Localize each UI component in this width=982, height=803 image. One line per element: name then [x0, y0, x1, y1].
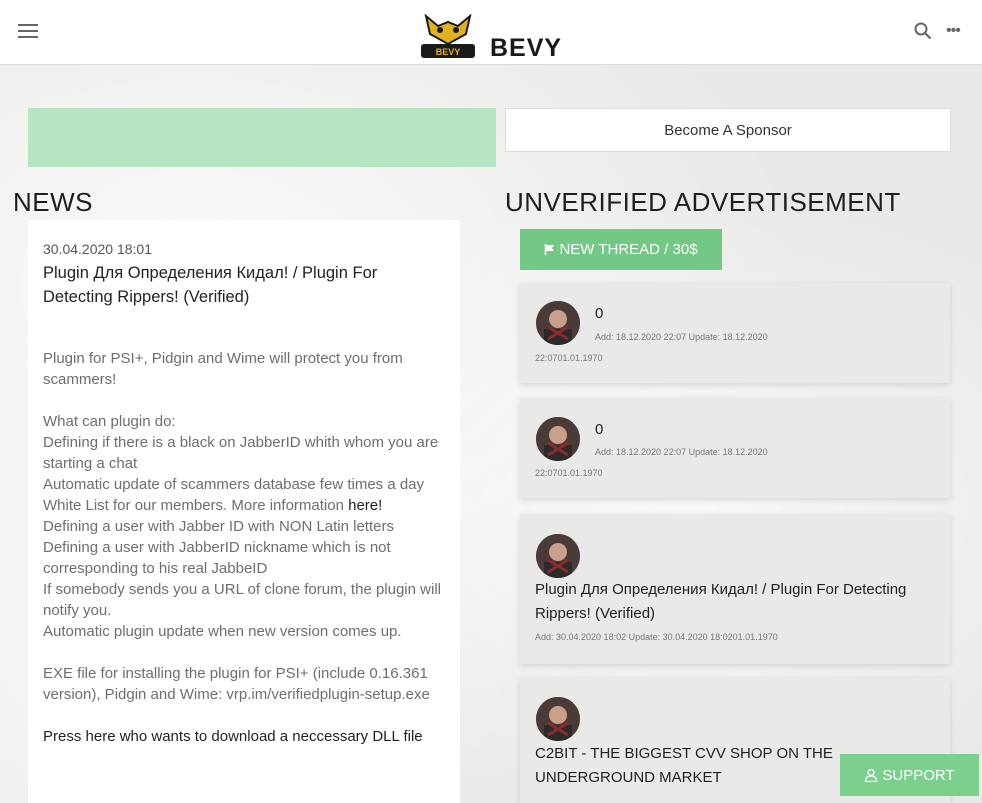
- news-intro: Plugin for PSI+, Pidgin and Wime will pr…: [43, 350, 407, 388]
- ad-dates: Add: 30.04.2020 18:02 Update: 30.04.2020…: [535, 632, 778, 642]
- ad-title[interactable]: C2BIT - THE BIGGEST CVV SHOP ON THE UNDE…: [535, 742, 835, 790]
- news-item-text: White List for our members. More informa…: [43, 497, 349, 514]
- news-heading: NEWS: [13, 187, 93, 217]
- new-thread-button[interactable]: NEW THREAD / 30$: [520, 229, 722, 270]
- ad-dates-cont: 22:0701.01.1970: [535, 468, 603, 478]
- news-exe-info: EXE file for installing the plugin for P…: [43, 665, 432, 703]
- ad-dates-cont: 22:0701.01.1970: [535, 353, 603, 363]
- user-icon: [865, 768, 878, 782]
- news-body: Plugin for PSI+, Pidgin and Wime will pr…: [43, 348, 453, 747]
- site-logo[interactable]: BEVY BEVY: [420, 14, 570, 62]
- news-card: 30.04.2020 18:01 Plugin Для Определения …: [28, 220, 460, 803]
- download-dll-link[interactable]: Press here who wants to download a necce…: [43, 726, 453, 747]
- new-thread-label: NEW THREAD / 30$: [559, 241, 698, 258]
- ad-dates: Add: 18.12.2020 22:07 Update: 18.12.2020: [595, 332, 768, 342]
- ad-dates: Add: 18.12.2020 22:07 Update: 18.12.2020: [595, 447, 768, 457]
- ad-card[interactable]: 0 Add: 18.12.2020 22:07 Update: 18.12.20…: [520, 398, 950, 498]
- svg-text:BEVY: BEVY: [436, 47, 461, 57]
- more-options-icon[interactable]: •••: [946, 23, 962, 39]
- flag-icon: [545, 244, 555, 255]
- unverified-ads-heading: UNVERIFIED ADVERTISEMENT: [505, 187, 901, 217]
- avatar: [536, 301, 580, 345]
- ad-reply-count: 0: [595, 421, 604, 438]
- here-link[interactable]: here!: [348, 497, 382, 514]
- news-item: Automatic update of scammers database fe…: [43, 476, 425, 493]
- ad-card[interactable]: 0 Add: 18.12.2020 22:07 Update: 18.12.20…: [520, 283, 950, 383]
- ad-card[interactable]: Plugin Для Определения Кидал! / Plugin F…: [520, 514, 950, 664]
- ad-reply-count: 0: [595, 305, 604, 322]
- search-icon[interactable]: [914, 22, 932, 40]
- hamburger-menu-icon[interactable]: [18, 24, 38, 40]
- logo-text: BEVY: [490, 34, 563, 62]
- become-sponsor-button[interactable]: Become A Sponsor: [505, 108, 951, 152]
- top-bar: BEVY BEVY •••: [0, 0, 982, 65]
- news-date: 30.04.2020 18:01: [43, 241, 152, 257]
- logo-badge-icon: BEVY: [421, 14, 475, 58]
- support-label: SUPPORT: [882, 766, 955, 784]
- news-item: Defining a user with Jabber ID with NON …: [43, 518, 394, 535]
- ad-title[interactable]: Plugin Для Определения Кидал! / Plugin F…: [535, 578, 945, 626]
- support-button[interactable]: SUPPORT: [840, 754, 979, 796]
- news-item: If somebody sends you a URL of clone for…: [43, 581, 446, 619]
- avatar: [536, 417, 580, 461]
- news-item: Automatic plugin update when new version…: [43, 623, 402, 640]
- news-what-can: What can plugin do:: [43, 413, 176, 430]
- ad-banner[interactable]: [28, 108, 496, 167]
- news-item: Defining if there is a black on JabberID…: [43, 434, 443, 472]
- news-item-whitelist: White List for our members. More informa…: [43, 495, 453, 516]
- news-item: Defining a user with JabberID nickname w…: [43, 539, 395, 577]
- avatar: [536, 697, 580, 741]
- avatar: [536, 534, 580, 578]
- news-title[interactable]: Plugin Для Определения Кидал! / Plugin F…: [43, 261, 443, 309]
